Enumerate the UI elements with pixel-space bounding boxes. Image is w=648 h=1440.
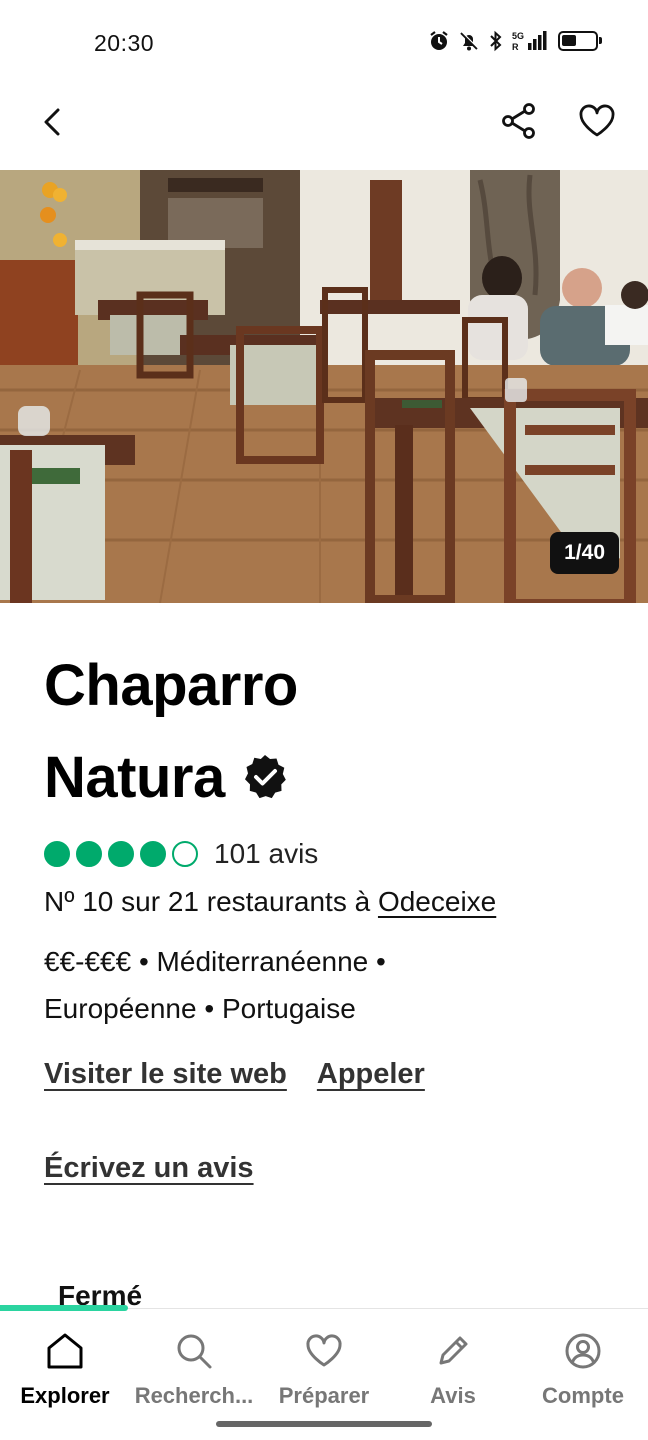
rating-bubble-filled — [108, 841, 134, 867]
share-icon — [502, 103, 535, 139]
nav-label-search: Recherch... — [134, 1383, 254, 1408]
rating-bubble-filled — [76, 841, 102, 867]
status-icons: 5G R — [428, 30, 602, 52]
price-cuisine-text: €€-€€€ • Méditerranéenne • Européenne • … — [44, 938, 604, 1032]
status-bar: 20:30 5G R — [0, 0, 648, 84]
heart-icon — [579, 104, 615, 137]
nav-label-prepare: Préparer — [278, 1383, 370, 1408]
nav-label-explorer: Explorer — [20, 1383, 110, 1408]
nav-item-reviews[interactable]: Avis — [388, 1331, 518, 1409]
status-time: 20:30 — [94, 30, 155, 56]
bluetooth-icon — [488, 30, 504, 52]
rating-row[interactable]: 101 avis — [44, 836, 318, 872]
bell-off-icon — [458, 30, 480, 52]
share-button[interactable] — [496, 98, 542, 144]
rating-bubble-filled — [140, 841, 166, 867]
pencil-icon — [439, 1336, 468, 1365]
cuisine-line2: Européenne • Portugaise — [44, 993, 356, 1024]
location-link[interactable]: Odeceixe — [378, 886, 496, 917]
save-favorite-button[interactable] — [574, 98, 620, 144]
rating-bubble-empty — [172, 841, 198, 867]
price-range: €€-€€€ — [44, 946, 132, 977]
ranking-text: Nº 10 sur 21 restaurants à Odeceixe — [44, 886, 496, 918]
contact-actions: Visiter le site web Appeler — [44, 1058, 425, 1091]
restaurant-name-line2: Natura — [44, 745, 225, 810]
write-review-link[interactable]: Écrivez un avis — [44, 1152, 254, 1185]
nav-label-account: Compte — [542, 1383, 624, 1408]
app-bar — [0, 84, 648, 170]
visit-website-link[interactable]: Visiter le site web — [44, 1058, 287, 1091]
scroll-progress-indicator — [0, 1305, 128, 1311]
restaurant-name-line1: Chaparro — [44, 653, 298, 718]
svg-text:R: R — [512, 42, 519, 52]
photo-counter-badge: 1/40 — [550, 532, 619, 574]
search-icon — [177, 1334, 212, 1369]
network-label: 5G — [512, 31, 524, 41]
restaurant-name: Chaparro Natura — [44, 640, 604, 828]
rating-bubble-filled — [44, 841, 70, 867]
review-count: 101 avis — [214, 838, 319, 869]
call-link[interactable]: Appeler — [317, 1058, 425, 1091]
alarm-icon — [428, 30, 450, 52]
system-home-indicator[interactable] — [216, 1421, 432, 1427]
battery-icon — [558, 31, 602, 51]
restaurant-detail-screen: 20:30 5G R 1/40 Chaparro Natura 101 avis… — [0, 0, 648, 1440]
verified-badge-icon[interactable] — [241, 736, 289, 828]
cuisine-line1: • Méditerranéenne • — [131, 946, 386, 977]
ranking-prefix: Nº 10 sur 21 restaurants à — [44, 886, 371, 917]
home-icon — [47, 1333, 83, 1369]
nav-item-account[interactable]: Compte — [518, 1331, 648, 1409]
restaurant-photo[interactable]: 1/40 — [0, 170, 648, 603]
rating-bubbles — [44, 841, 198, 867]
nav-label-reviews: Avis — [430, 1383, 476, 1408]
nav-item-explorer[interactable]: Explorer — [0, 1331, 130, 1409]
account-icon — [565, 1333, 601, 1369]
back-arrow-icon — [44, 108, 60, 136]
nav-item-search[interactable]: Recherch... — [129, 1331, 259, 1409]
nav-item-prepare[interactable]: Préparer — [259, 1331, 389, 1409]
signal-icon: 5G R — [512, 30, 550, 52]
heart-icon — [306, 1334, 342, 1367]
back-button[interactable] — [30, 100, 74, 144]
